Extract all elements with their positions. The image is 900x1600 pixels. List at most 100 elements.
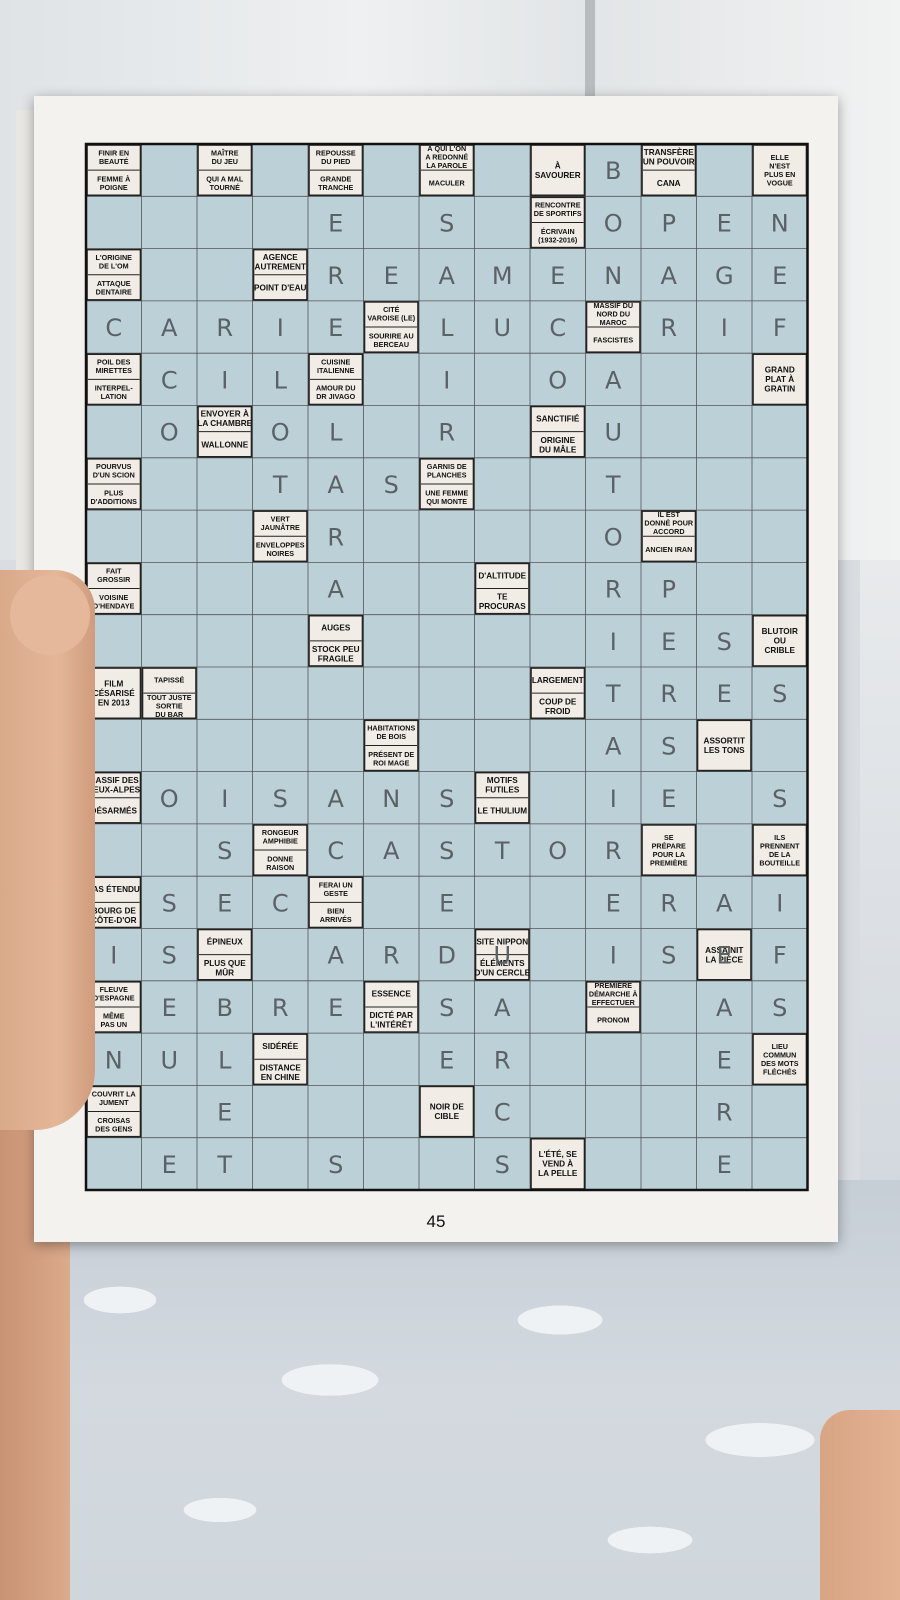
clue-text: GRAND bbox=[765, 366, 795, 375]
handwritten-letter: E bbox=[217, 1099, 232, 1127]
handwritten-letter: E bbox=[384, 262, 399, 290]
handwritten-letter: T bbox=[605, 471, 621, 499]
handwritten-letter: U bbox=[604, 419, 622, 447]
handwritten-letter: R bbox=[660, 314, 677, 342]
clue-cell: PAS ÉTENDU BOURG DECÔTE-D'OR bbox=[86, 876, 142, 929]
clue-text: DÉSARMÉS bbox=[91, 806, 138, 816]
handwritten-letter: S bbox=[495, 1151, 510, 1179]
clue-text: BERCEAU bbox=[373, 340, 409, 349]
clue-text: DU JEU bbox=[212, 157, 238, 166]
clue-cell: MASSIF DESDEUX-ALPES DÉSARMÉS bbox=[86, 771, 142, 824]
handwritten-letter: L bbox=[329, 419, 343, 447]
clue-text: TRANSFÈRE bbox=[644, 147, 695, 157]
handwritten-letter: L bbox=[218, 1046, 232, 1074]
clue-text: PREMIÈRE bbox=[650, 858, 688, 867]
handwritten-letter: E bbox=[717, 1151, 732, 1179]
clue-text: LATION bbox=[101, 392, 127, 401]
handwritten-letter: R bbox=[272, 994, 289, 1022]
clue-text: D'ALTITUDE bbox=[478, 571, 526, 580]
clue-text: ROI MAGE bbox=[373, 758, 410, 767]
clue-cell: SEPRÉPAREPOUR LAPREMIÈRE bbox=[641, 824, 697, 877]
clue-text: LA PAROLE bbox=[426, 161, 467, 170]
handwritten-letter: E bbox=[439, 889, 454, 917]
handwritten-letter: E bbox=[606, 889, 621, 917]
clue-text: D'ADDITIONS bbox=[91, 497, 138, 506]
handwritten-letter: E bbox=[661, 785, 676, 813]
handwritten-letter: E bbox=[717, 680, 732, 708]
handwritten-letter: E bbox=[772, 262, 787, 290]
clue-text: BOUTEILLE bbox=[759, 858, 800, 867]
handwritten-letter: P bbox=[662, 576, 676, 604]
handwritten-letter: R bbox=[660, 680, 677, 708]
handwritten-letter: E bbox=[162, 994, 177, 1022]
handwritten-letter: O bbox=[548, 366, 567, 394]
clue-cell: FLEUVED'ESPAGNEMÊMEPAS UN bbox=[86, 980, 142, 1033]
clue-cell: L'ORIGINEDE L'OMATTAQUEDENTAIRE bbox=[86, 248, 142, 301]
clue-cell: ASSORTITLES TONS bbox=[696, 719, 752, 772]
clue-cell: ELLEN'ESTPLUS ENVOGUE bbox=[752, 144, 808, 197]
handwritten-letter: A bbox=[328, 576, 345, 604]
clue-cell: POIL DESMIRETTESINTERPEL-LATION bbox=[86, 353, 142, 406]
clue-cell: MOTIFSFUTILES LE THULIUM bbox=[474, 771, 530, 824]
clue-text: GROSSIR bbox=[97, 575, 131, 584]
clue-text: FASCISTES bbox=[593, 336, 633, 345]
handwritten-letter: E bbox=[717, 1046, 732, 1074]
handwritten-letter: R bbox=[438, 419, 455, 447]
clue-text: PRONOM bbox=[597, 1016, 629, 1025]
handwritten-letter: C bbox=[549, 314, 566, 342]
clue-cell: SIDÉRÉE DISTANCEEN CHINE bbox=[252, 1033, 308, 1086]
clue-text: BLUTOIR bbox=[762, 627, 798, 636]
clue-cell: POURVUSD'UN SCIONPLUSD'ADDITIONS bbox=[86, 457, 142, 510]
clue-text: ARRIVÉS bbox=[320, 915, 352, 924]
clue-text: (1932-2016) bbox=[538, 235, 578, 244]
clue-text: VOGUE bbox=[767, 178, 793, 187]
clue-cell: À QUI L'ONA REDONNÉLA PAROLEMACULER bbox=[419, 144, 475, 197]
clue-cell: CITÉVAROISE (LE)SOURIRE AUBERCEAU bbox=[363, 301, 419, 353]
previous-page-edge bbox=[16, 110, 35, 590]
clue-text: SAVOURER bbox=[535, 171, 581, 180]
handwritten-letter: T bbox=[605, 680, 621, 708]
clue-text: EN CHINE bbox=[261, 1073, 301, 1082]
clue-text: D'UN CERCLE bbox=[474, 968, 530, 977]
clue-text: EFFECTUER bbox=[592, 998, 636, 1007]
clue-text: COUP DE bbox=[539, 697, 577, 706]
clue-cell: FINIR ENBEAUTÉFEMME ÀPOIGNE bbox=[86, 144, 142, 197]
handwritten-letter: S bbox=[162, 889, 177, 917]
photo-scene: FINIR EN BEAUTÉ FEMME À POIGNE MAÎTRE DU JEU Q… bbox=[0, 0, 900, 1600]
clue-text: MAROC bbox=[600, 318, 627, 327]
handwritten-letter: R bbox=[605, 576, 622, 604]
clue-text: DENTAIRE bbox=[96, 288, 132, 297]
handwritten-letter: C bbox=[327, 837, 344, 865]
handwritten-letter: E bbox=[717, 942, 732, 970]
handwritten-letter: E bbox=[328, 314, 343, 342]
handwritten-letter: I bbox=[776, 889, 783, 917]
clue-text: QUI MONTE bbox=[426, 497, 467, 506]
handwritten-letter: E bbox=[439, 1046, 454, 1074]
clue-text: DR JIVAGO bbox=[316, 392, 355, 401]
clue-text: AUGES bbox=[321, 624, 351, 633]
clue-text: PLAT À bbox=[765, 374, 794, 384]
clue-text: MASSIF DES bbox=[89, 776, 140, 785]
handwritten-letter: D bbox=[438, 942, 456, 970]
handwritten-letter: E bbox=[328, 209, 343, 237]
handwritten-letter: E bbox=[217, 889, 232, 917]
handwritten-letter: L bbox=[440, 314, 454, 342]
clue-text: RAISON bbox=[266, 863, 294, 872]
clue-text: BOURG DE bbox=[92, 907, 137, 916]
clue-text: DE L'OM bbox=[99, 261, 129, 270]
clue-text: LA PELLE bbox=[538, 1169, 578, 1178]
clue-text: D'UN SCION bbox=[93, 471, 135, 480]
clue-cell: COUVRIT LAJUMENTCROISASDES GENS bbox=[86, 1085, 142, 1138]
clue-text: WALLONNE bbox=[201, 441, 248, 450]
clue-text: FROID bbox=[545, 707, 571, 716]
clue-cell: FAITGROSSIRVOISINED'HENDAYE bbox=[86, 562, 142, 615]
clue-text: SANCTIFIÉ bbox=[536, 413, 580, 423]
handwritten-letter: O bbox=[160, 419, 179, 447]
handwritten-letter: C bbox=[272, 889, 289, 917]
clue-text: MIRETTES bbox=[96, 366, 133, 375]
handwritten-letter: U bbox=[493, 942, 511, 970]
clue-text: AGENCE bbox=[263, 253, 299, 262]
clue-text: POINT D'EAU bbox=[254, 284, 307, 293]
clue-text: VEND À bbox=[542, 1159, 573, 1169]
clue-text: DISTANCE bbox=[260, 1063, 302, 1072]
